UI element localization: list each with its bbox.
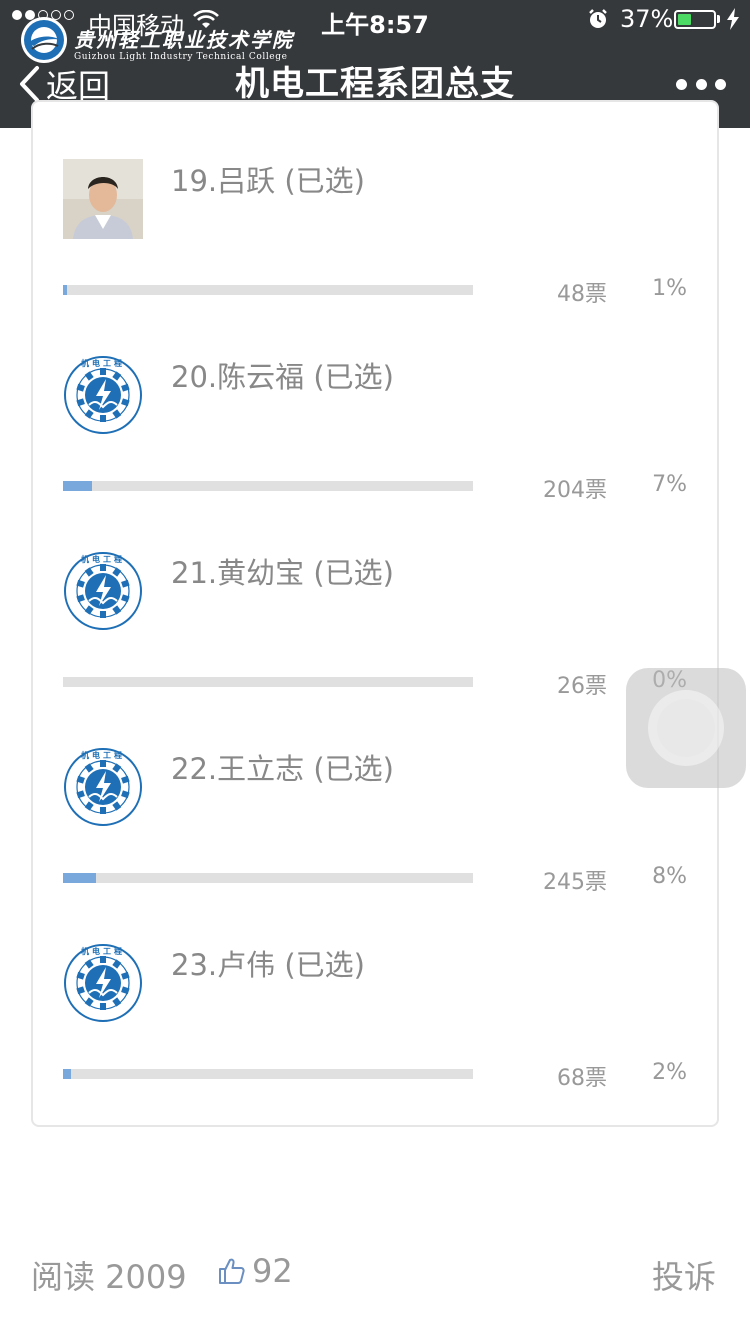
more-menu-button[interactable]: [676, 72, 726, 96]
candidate-avatar: [63, 159, 143, 239]
report-link[interactable]: 投诉: [652, 1252, 716, 1298]
alarm-icon: [589, 9, 607, 28]
vote-results-card: 19.吕跃 (已选) 48票 1% 机电工程 20.陈云福 (已选) 204票 …: [31, 100, 719, 1127]
like-button[interactable]: 92: [218, 1252, 293, 1290]
candidate-name: 22.王立志 (已选): [171, 752, 394, 786]
candidate-avatar: 机电工程: [63, 355, 143, 435]
vote-progress-bar: [63, 1069, 473, 1079]
thumbs-up-icon: [219, 1258, 245, 1284]
battery-icon: [674, 10, 716, 29]
assistive-touch-button[interactable]: [626, 668, 746, 788]
candidate-item: 机电工程 23.卢伟 (已选) 68票 2%: [33, 886, 717, 1091]
chevron-left-icon: [20, 66, 39, 102]
school-logo-icon: [21, 17, 67, 63]
charging-bolt-icon: [727, 8, 739, 30]
vote-count: 68票: [557, 1066, 607, 1091]
vote-progress-fill: [63, 1069, 72, 1079]
dept-logo-icon: 机电工程: [64, 552, 142, 630]
battery-cap: [717, 15, 720, 23]
vote-progress-bar: [63, 677, 473, 687]
svg-text:机电工程: 机电工程: [81, 358, 125, 368]
vote-progress-fill: [63, 481, 92, 491]
svg-text:机电工程: 机电工程: [81, 554, 125, 564]
candidate-avatar: 机电工程: [63, 747, 143, 827]
vote-progress-fill: [63, 873, 96, 883]
candidate-photo: [63, 159, 143, 239]
svg-text:机电工程: 机电工程: [81, 946, 125, 956]
candidate-avatar: 机电工程: [63, 551, 143, 631]
candidate-item: 机电工程 21.黄幼宝 (已选) 26票 0%: [33, 494, 717, 699]
battery-percent: 37%: [620, 5, 674, 33]
vote-percent: 2%: [652, 1060, 687, 1085]
candidate-name: 19.吕跃 (已选): [171, 164, 365, 198]
dept-logo-icon: 机电工程: [64, 748, 142, 826]
vote-progress-bar: [63, 481, 473, 491]
candidate-name: 21.黄幼宝 (已选): [171, 556, 394, 590]
svg-text:机电工程: 机电工程: [81, 750, 125, 760]
candidate-item: 19.吕跃 (已选) 48票 1%: [33, 102, 717, 307]
candidate-name: 23.卢伟 (已选): [171, 948, 365, 982]
battery-level: [678, 14, 691, 25]
like-count: 92: [252, 1252, 293, 1290]
dept-logo-icon: 机电工程: [64, 944, 142, 1022]
candidate-name: 20.陈云福 (已选): [171, 360, 394, 394]
candidate-avatar: 机电工程: [63, 943, 143, 1023]
candidate-item: 机电工程 22.王立志 (已选) 245票 8%: [33, 690, 717, 895]
school-name-cn: 贵州轻工职业技术学院: [74, 28, 294, 52]
candidate-item: 机电工程 20.陈云福 (已选) 204票 7%: [33, 298, 717, 503]
vote-progress-fill: [63, 285, 68, 295]
vote-progress-bar: [63, 285, 473, 295]
dept-logo-icon: 机电工程: [64, 356, 142, 434]
vote-progress-bar: [63, 873, 473, 883]
read-count: 阅读 2009: [31, 1258, 187, 1296]
